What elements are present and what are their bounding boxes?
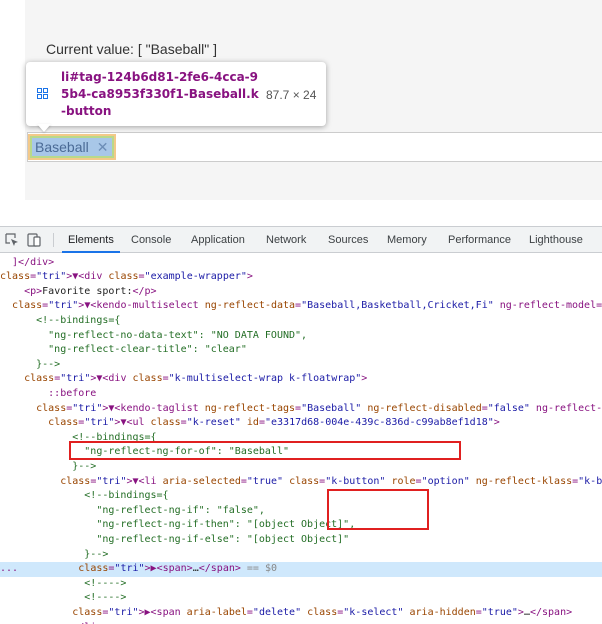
tooltip-tag: li: [61, 70, 70, 84]
tooltip-selector: li#tag-124b6d81-2fe6-4cca-95b4-ca8953f33…: [61, 69, 261, 120]
toolbar-divider: [53, 233, 54, 247]
tooltip-size: 87.7 × 24: [266, 88, 317, 102]
dom-tree-line[interactable]: class="tri">▼<kendo-multiselect ng-refle…: [0, 299, 602, 314]
dom-tree-line[interactable]: </li>: [0, 621, 602, 624]
tab-application[interactable]: Application: [191, 227, 245, 253]
inspect-element-icon[interactable]: [5, 233, 19, 247]
tag-label: Baseball: [35, 139, 89, 155]
rendered-page: Current value: [ "Baseball" ] Baseball ✕…: [0, 0, 602, 200]
selected-tag-baseball[interactable]: Baseball ✕: [28, 134, 116, 160]
dom-tree-line[interactable]: "ng-reflect-ng-if": "false",: [0, 504, 602, 519]
dom-tree-line[interactable]: <!--bindings={: [0, 314, 602, 329]
tab-lighthouse[interactable]: Lighthouse: [529, 227, 583, 253]
dom-tree-line[interactable]: "ng-reflect-ng-if-then": "[object Object…: [0, 518, 602, 533]
tab-performance[interactable]: Performance: [448, 227, 511, 253]
elements-dom-tree: </li> class="tri">▶<span aria-label="del…: [0, 253, 602, 624]
dom-tree-line[interactable]: "ng-reflect-ng-if-else": "[object Object…: [0, 533, 602, 548]
dom-tree-line[interactable]: "ng-reflect-clear-title": "clear": [0, 343, 602, 358]
dom-tree-line[interactable]: <!---->: [0, 577, 602, 592]
dom-node-selected[interactable]: ... class="tri">▶<span>…</span> == $0: [0, 562, 602, 577]
dom-tree-line[interactable]: class="tri">▼<li aria-selected="true" cl…: [0, 475, 602, 490]
current-value-text: Current value: [ "Baseball" ]: [46, 41, 218, 57]
tab-console[interactable]: Console: [131, 227, 171, 253]
dom-tree-line[interactable]: }-->: [0, 460, 602, 475]
dom-tree-line[interactable]: <!--bindings={: [0, 489, 602, 504]
devtools-tabbar: Elements Console Application Network Sou…: [0, 227, 602, 253]
highlight-box-role: [327, 489, 429, 530]
devtools-panel: Elements Console Application Network Sou…: [0, 226, 602, 624]
tooltip-id: #tag-124b6d81-2fe6-4cca-95b4-ca8953f330f…: [61, 70, 258, 101]
dom-tree-line[interactable]: <!---->: [0, 591, 602, 606]
dom-tree-line[interactable]: ::before: [0, 387, 602, 402]
dom-tree-line[interactable]: </ul>: [0, 253, 602, 256]
tooltip-arrow: [37, 124, 51, 132]
dom-tree-line[interactable]: }-->: [0, 548, 602, 563]
dom-tree-line[interactable]: <p>Favorite sport:</p>: [0, 285, 602, 300]
dom-tree-line[interactable]: "ng-reflect-no-data-text": "NO DATA FOUN…: [0, 329, 602, 344]
dom-tree-line[interactable]: class="tri">▼<ul class="k-reset" id="e33…: [0, 416, 602, 431]
highlight-box-ul: [69, 441, 461, 460]
dom-tree-line[interactable]: class="tri">▶<span aria-label="delete" c…: [0, 606, 602, 621]
dom-tree-line[interactable]: class="tri">▼<kendo-taglist ng-reflect-t…: [0, 402, 602, 417]
dom-tree-line[interactable]: }-->: [0, 358, 602, 373]
tab-elements[interactable]: Elements: [62, 227, 120, 253]
dom-tree-line[interactable]: ]</div>: [0, 256, 602, 271]
tab-memory[interactable]: Memory: [387, 227, 427, 253]
tag-remove-icon[interactable]: ✕: [97, 139, 109, 156]
flex-layout-icon: [37, 88, 48, 99]
tab-network[interactable]: Network: [266, 227, 306, 253]
dom-tree-line[interactable]: class="tri">▼<div class="k-multiselect-w…: [0, 372, 602, 387]
dom-tree-line[interactable]: class="tri">▼<div class="example-wrapper…: [0, 270, 602, 285]
tab-sources[interactable]: Sources: [328, 227, 368, 253]
tag-highlight-overlay: Baseball ✕: [30, 136, 114, 158]
device-toolbar-icon[interactable]: [27, 233, 41, 247]
